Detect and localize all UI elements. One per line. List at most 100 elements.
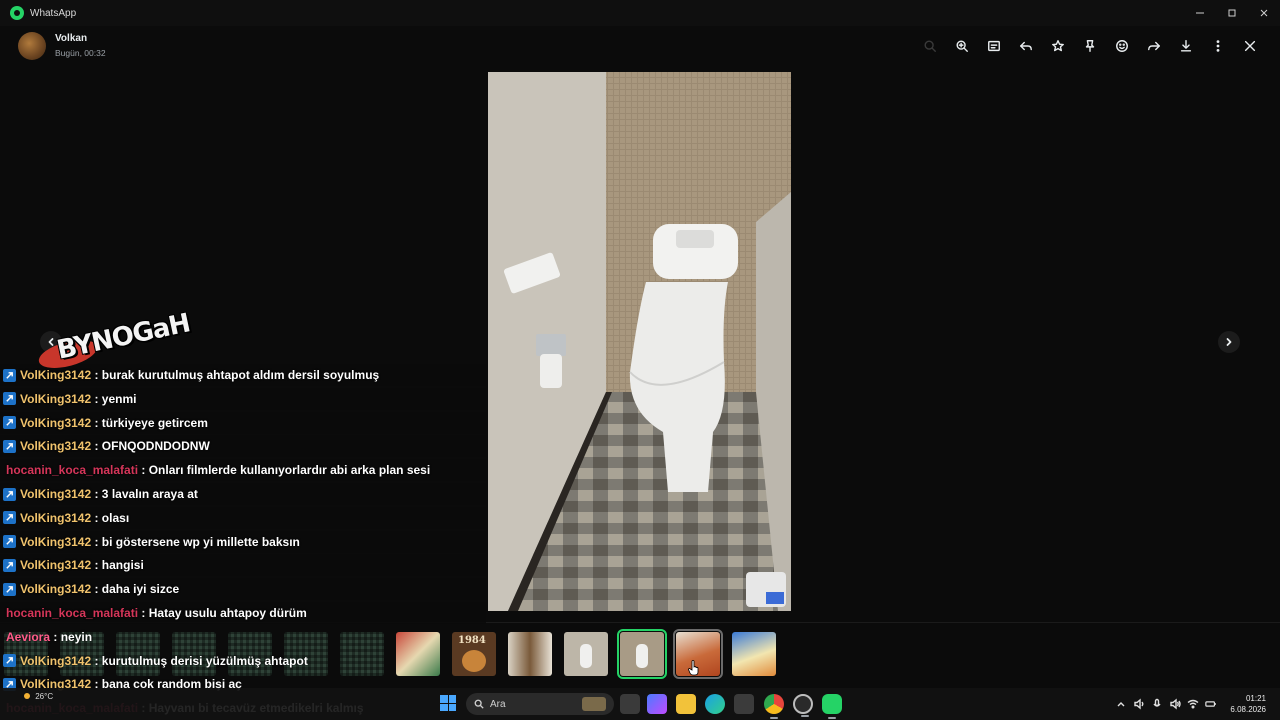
go-to-message-button[interactable] [978, 35, 1010, 57]
chat-nick: VolKing3142 [20, 391, 92, 406]
chat-message: : olası [91, 510, 130, 525]
stream-logo: BYNOGaH [35, 308, 192, 376]
chat-line: VolKing3142 : kurutulmuş derisi yüzülmüş… [0, 650, 486, 672]
chrome-icon[interactable] [764, 694, 784, 719]
chat-nick: VolKing3142 [20, 415, 92, 430]
search-icon [474, 699, 484, 709]
taskbar-clock[interactable]: 01:21 6.08.2026 [1230, 693, 1266, 715]
maximize-button[interactable] [1216, 0, 1248, 26]
chat-nick: hocanin_koca_malafati [6, 606, 139, 620]
prime-badge-icon [3, 392, 16, 406]
prime-badge-icon [3, 654, 16, 668]
battery-button[interactable] [1202, 694, 1220, 714]
minimize-button[interactable] [1184, 0, 1216, 26]
chat-nick: VolKing3142 [20, 653, 92, 668]
close-viewer-button[interactable] [1234, 35, 1266, 57]
prime-badge-icon [3, 558, 16, 572]
media-image[interactable] [488, 72, 791, 611]
chat-line: VolKing3142 : olası [0, 506, 486, 529]
whatsapp-taskbar-icon[interactable] [822, 694, 842, 719]
pin-icon [1085, 40, 1095, 52]
download-button[interactable] [1170, 35, 1202, 57]
volume-icon [1170, 698, 1181, 710]
clock-date: 6.08.2026 [1230, 705, 1266, 714]
chevron-up-icon [1117, 702, 1125, 707]
chat-line: VolKing3142 : bi göstersene wp yi millet… [0, 530, 486, 553]
close-window-button[interactable] [1248, 0, 1280, 26]
prime-badge-icon [3, 535, 16, 549]
chat-message: : daha iyi sizce [91, 582, 180, 597]
search-icon [924, 40, 936, 52]
taskbar-search[interactable]: Ara [466, 693, 614, 715]
star-icon [1052, 40, 1064, 52]
forward-icon [1148, 41, 1160, 51]
copilot-icon[interactable] [647, 694, 667, 714]
message-timestamp: Bugün, 00:32 [55, 48, 106, 58]
media-thumbnail[interactable] [732, 632, 776, 676]
chat-line: hocanin_koca_malafati : Hatay usulu ahta… [0, 602, 486, 624]
store-icon[interactable] [734, 694, 754, 714]
chat-nick: hocanin_koca_malafati [6, 463, 139, 478]
caption-icon [988, 40, 1000, 52]
chat-nick: VolKing3142 [20, 582, 92, 597]
prime-badge-icon [3, 416, 16, 430]
window-title: WhatsApp [30, 7, 77, 19]
obs-icon[interactable] [793, 694, 813, 717]
clock-time: 01:21 [1245, 694, 1266, 703]
chat-message: : hangisi [91, 558, 144, 573]
chat-line: VolKing3142 : daha iyi sizce [0, 578, 486, 601]
reply-button[interactable] [1010, 35, 1042, 57]
title-bar: WhatsApp [0, 0, 1280, 26]
volume-button[interactable] [1130, 694, 1148, 714]
react-button[interactable] [1106, 35, 1138, 57]
chat-nick: VolKing3142 [20, 510, 92, 525]
chat-line: VolKing3142 : yenmi [0, 387, 486, 410]
forward-button[interactable] [1138, 35, 1170, 57]
whatsapp-logo-icon [10, 6, 24, 20]
prime-badge-icon [3, 368, 16, 382]
wifi-icon [1187, 699, 1199, 709]
start-button[interactable] [440, 695, 456, 711]
task-view-icon[interactable] [620, 694, 640, 714]
chat-line: VolKing3142 : OFNQODNDODNW [0, 435, 486, 458]
restore-icon [1228, 9, 1236, 17]
weather-widget[interactable]: 26°C [24, 692, 53, 701]
media-thumbnail[interactable] [564, 632, 608, 676]
chat-message: : Hatay usulu ahtapoy dürüm [138, 606, 307, 620]
file-explorer-icon[interactable] [676, 694, 696, 714]
zoom-button[interactable] [946, 35, 978, 57]
chat-message: : türkiyeye getircem [91, 415, 208, 430]
chat-message: : neyin [50, 629, 93, 644]
chat-message: : OFNQODNDODNW [91, 439, 210, 454]
microphone-button[interactable] [1148, 694, 1166, 714]
media-thumbnail-selected[interactable] [617, 629, 667, 679]
chat-nick: VolKing3142 [20, 534, 92, 549]
edge-icon[interactable] [705, 694, 725, 714]
speaker-icon [1134, 698, 1144, 710]
contact-name[interactable]: Volkan [55, 33, 87, 44]
battery-icon [1205, 701, 1216, 707]
stream-chat-overlay: VolKing3142 : burak kurutulmuş ahtapot a… [0, 342, 486, 720]
reply-icon [1020, 41, 1032, 51]
more-options-button[interactable] [1202, 35, 1234, 57]
window-controls [1184, 0, 1280, 26]
search-placeholder: Ara [490, 698, 506, 710]
star-button[interactable] [1042, 35, 1074, 57]
weather-temp: 26°C [35, 692, 54, 701]
wifi-button[interactable] [1184, 694, 1202, 714]
chat-line: Aeviora : neyin [0, 626, 486, 648]
chat-nick: VolKing3142 [20, 439, 92, 454]
zoom-in-icon [956, 40, 968, 52]
sound-button[interactable] [1166, 694, 1184, 714]
close-icon [1244, 40, 1256, 52]
avatar[interactable] [18, 32, 46, 60]
prime-badge-icon [3, 439, 16, 453]
media-thumbnail[interactable] [508, 632, 552, 676]
minimize-icon [1196, 12, 1204, 14]
close-window-icon [1260, 9, 1268, 17]
search-button [914, 35, 946, 57]
pin-button[interactable] [1074, 35, 1106, 57]
chat-nick: Aeviora [6, 629, 51, 644]
tray-overflow-button[interactable] [1112, 694, 1130, 714]
next-media-button[interactable] [1218, 331, 1240, 353]
